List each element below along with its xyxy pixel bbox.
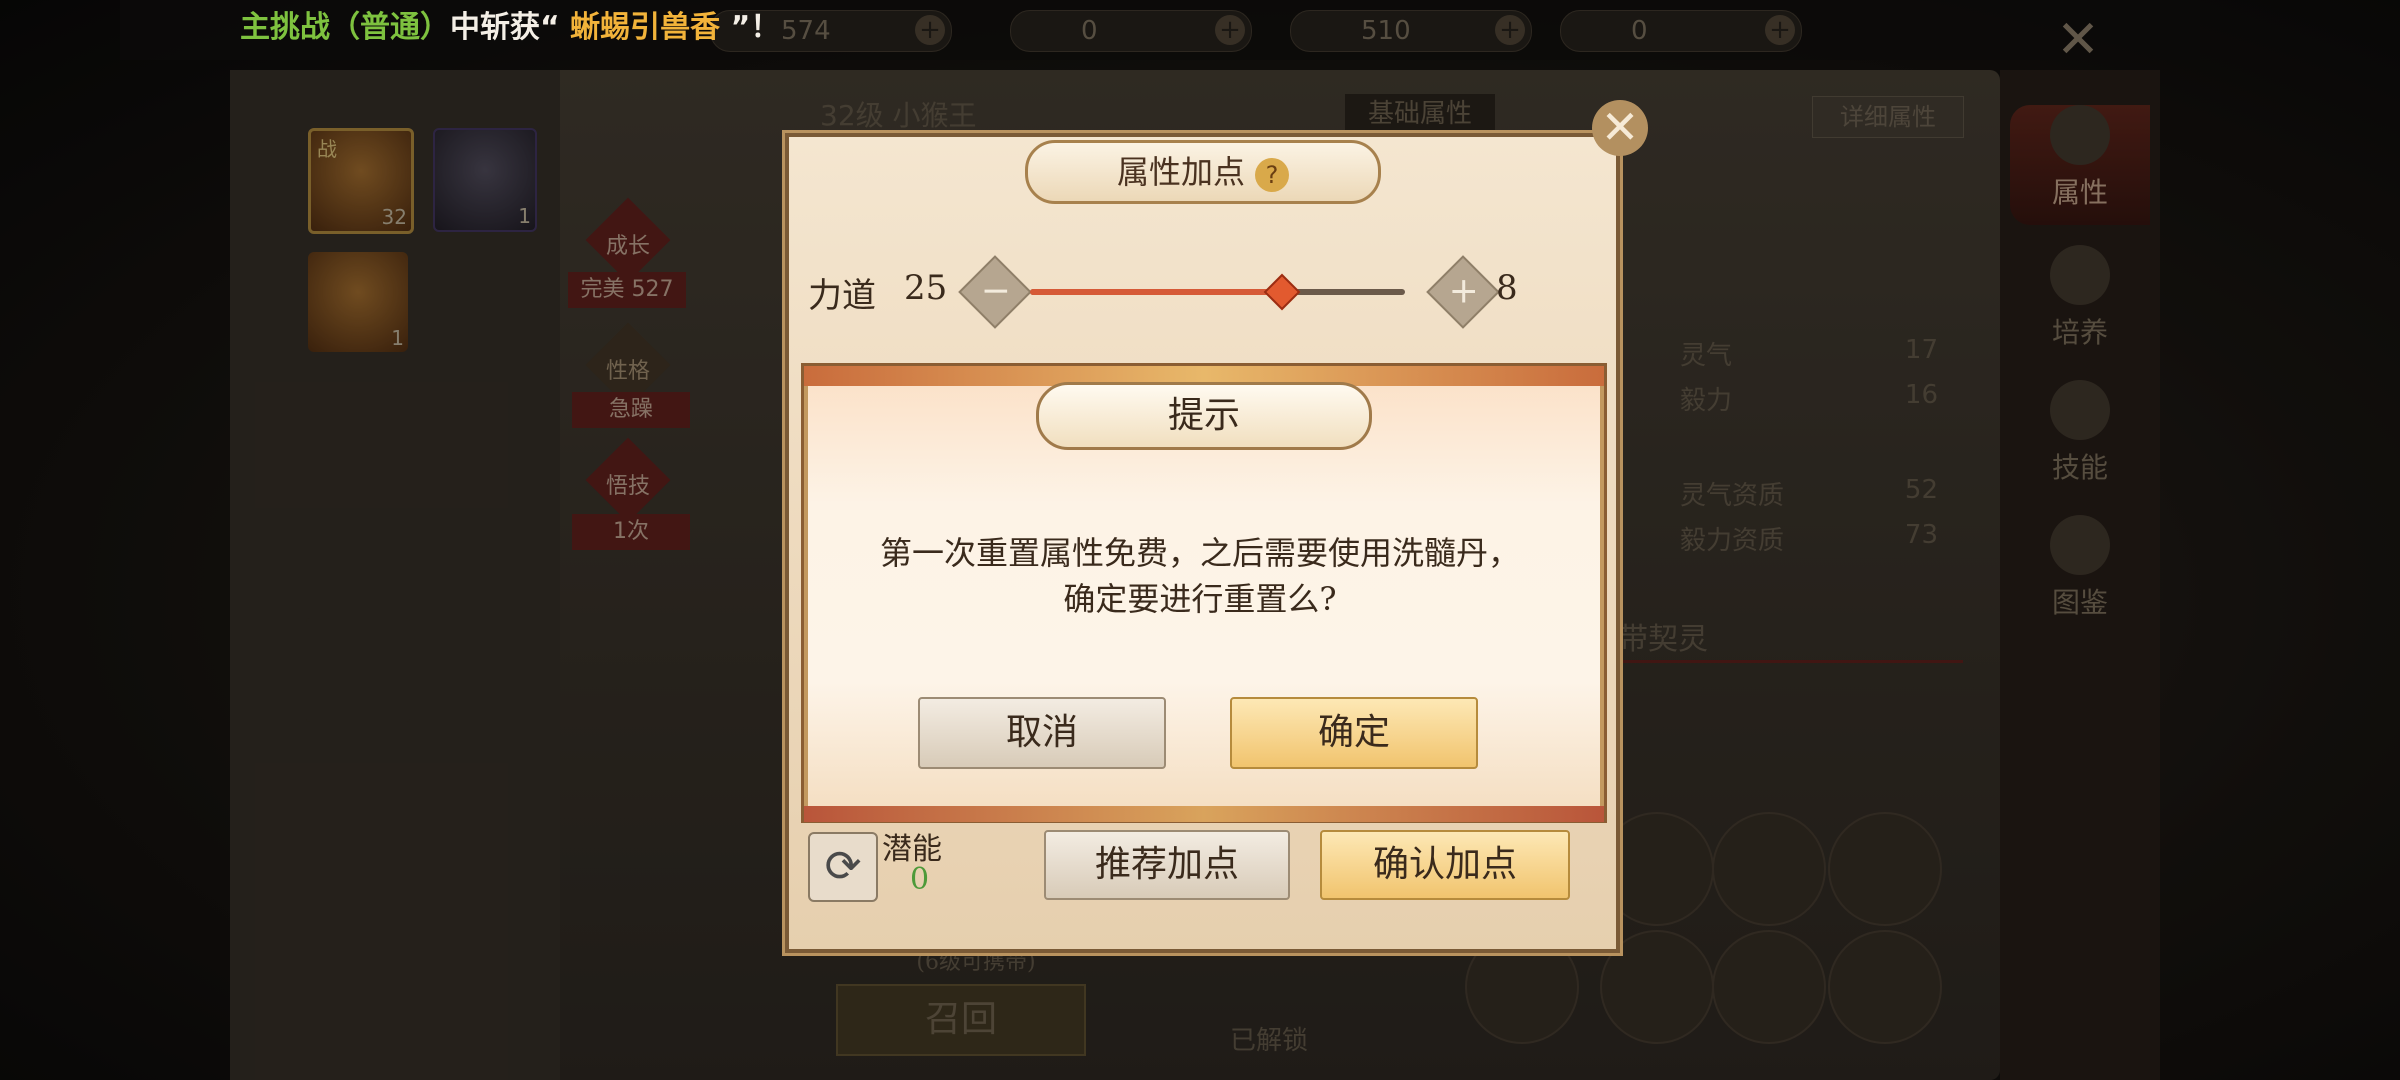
attribute-panel-title: 属性加点? xyxy=(1025,140,1381,204)
panel-close-button[interactable]: ✕ xyxy=(1592,100,1648,156)
plus-icon: + xyxy=(1448,270,1479,312)
dialog-message: 第一次重置属性免费，之后需要使用洗髓丹， 确定要进行重置么? xyxy=(830,530,1570,622)
slider-fill xyxy=(1030,289,1282,295)
cancel-button[interactable]: 取消 xyxy=(918,697,1166,769)
stat-value: 25 xyxy=(904,268,948,308)
stat-slider[interactable] xyxy=(1030,273,1405,311)
recommend-points-button[interactable]: 推荐加点 xyxy=(1044,830,1290,900)
banner-part: 蜥蜴引兽香 xyxy=(570,10,721,45)
banner-part: ”！ xyxy=(720,10,781,45)
banner-part: 主挑战 xyxy=(240,10,330,45)
announcement-banner: 主挑战（普通）中斩获“ 蜥蜴引兽香 ”！ xyxy=(240,4,780,52)
dialog-message-line: 第一次重置属性免费，之后需要使用洗髓丹， xyxy=(879,534,1520,572)
potential-value: 0 xyxy=(910,862,930,897)
banner-part: （普通） xyxy=(330,10,450,45)
dialog-title: 提示 xyxy=(1036,382,1372,450)
help-icon[interactable]: ? xyxy=(1255,157,1289,192)
stat-points: 8 xyxy=(1496,268,1518,308)
confirm-button[interactable]: 确定 xyxy=(1230,697,1478,769)
reset-attributes-button[interactable]: ⟳ xyxy=(808,832,878,902)
confirm-points-button[interactable]: 确认加点 xyxy=(1320,830,1570,900)
minus-icon: − xyxy=(980,270,1011,312)
banner-part: 中斩获“ xyxy=(450,10,571,45)
attribute-panel-title-text: 属性加点 xyxy=(1116,153,1245,191)
dialog-message-line: 确定要进行重置么? xyxy=(1063,580,1337,618)
stat-label: 力道 xyxy=(808,276,876,316)
dialog-bottom-ornament xyxy=(804,806,1604,822)
